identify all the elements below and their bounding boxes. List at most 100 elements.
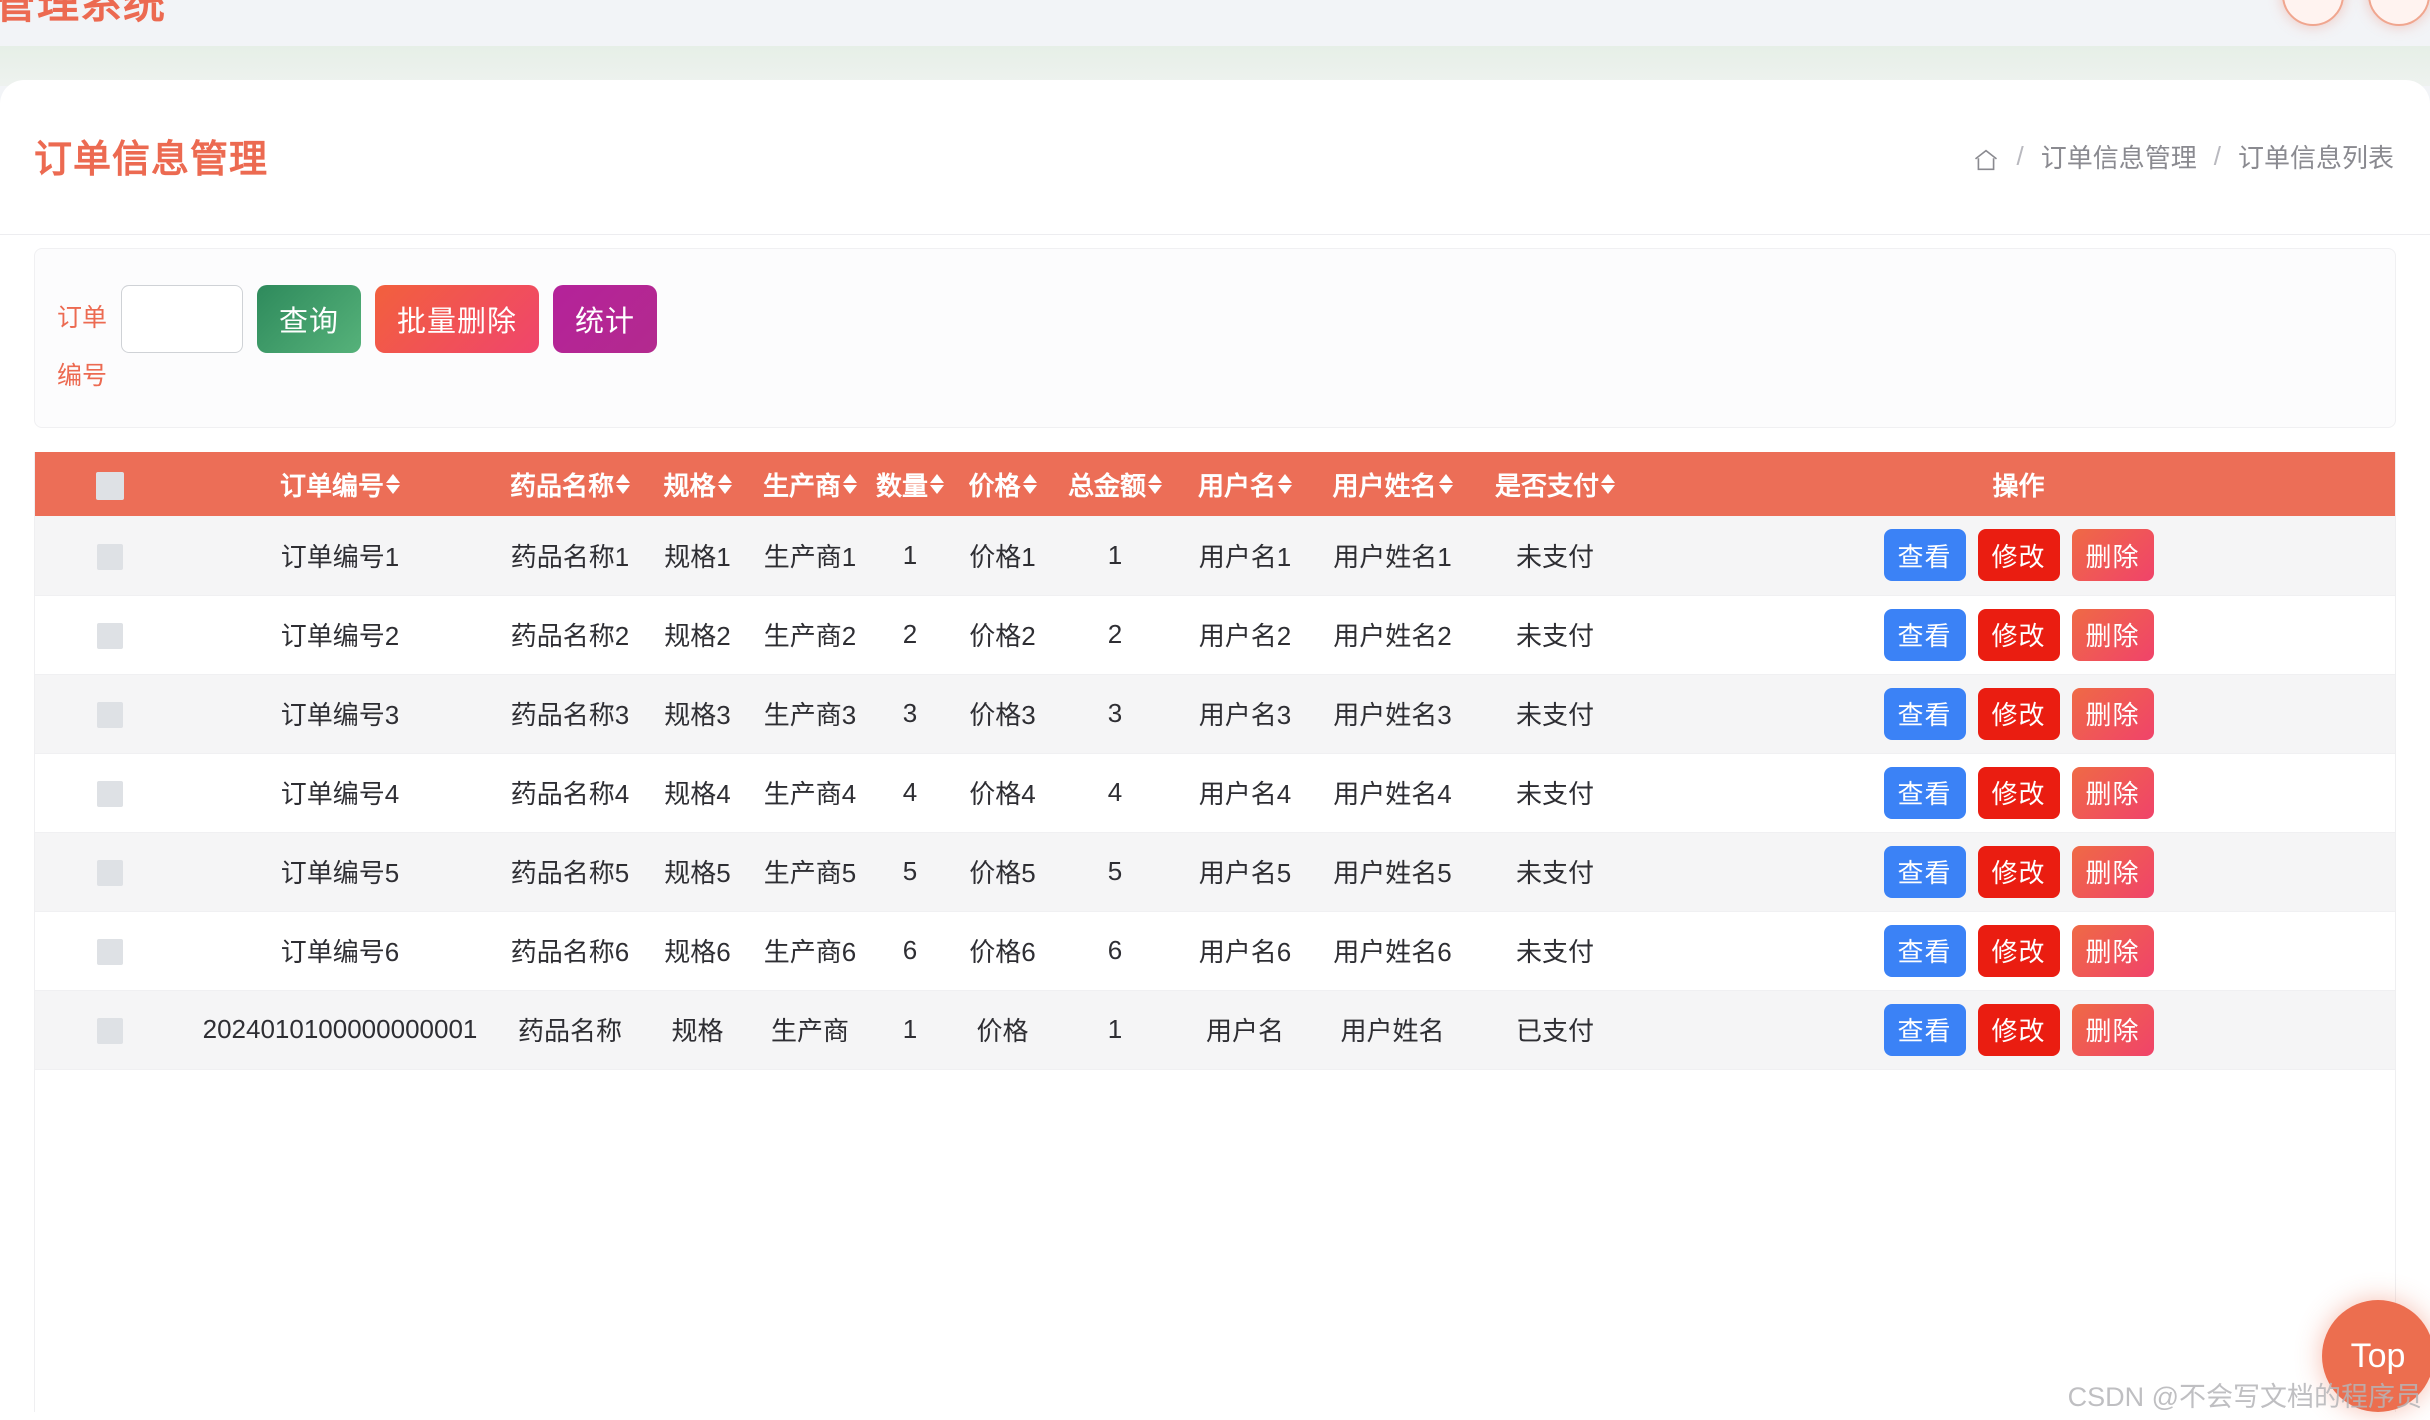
table-row[interactable]: 订单编号4 药品名称4 规格4 生产商4 4 价格4 4 用户名4 用户姓名4 未支付 查看 修改 删除 (35, 753, 2395, 833)
edit-button[interactable]: 修改 (1977, 924, 2060, 977)
cell-spec: 规格1 (645, 516, 750, 596)
cell-order-no: 订单编号6 (185, 911, 495, 991)
edit-button[interactable]: 修改 (1977, 529, 2060, 582)
column-label: 价格 (968, 470, 1021, 501)
column-label: 总金额 (1067, 470, 1146, 501)
cell-order-no: 2024010100000000001 (185, 990, 495, 1070)
cell-paid-status: 未支付 (1470, 753, 1640, 833)
column-header-spec[interactable]: 规格 (645, 452, 750, 516)
column-header-quantity[interactable]: 数量 (870, 452, 950, 516)
query-button[interactable]: 查询 (257, 285, 362, 353)
row-select-cell (35, 911, 185, 991)
table-row[interactable]: 订单编号3 药品名称3 规格3 生产商3 3 价格3 3 用户名3 用户姓名3 未支付 查看 修改 删除 (35, 674, 2395, 754)
edit-button[interactable]: 修改 (1977, 766, 2060, 819)
breadcrumb-item-order-management[interactable]: 订单信息管理 (2041, 138, 2197, 175)
sort-icon[interactable] (1438, 474, 1453, 494)
avatar[interactable] (2368, 0, 2430, 26)
row-checkbox[interactable] (97, 543, 123, 570)
cell-quantity: 1 (870, 990, 950, 1070)
cell-paid-status: 未支付 (1470, 832, 1640, 912)
row-checkbox[interactable] (97, 623, 123, 650)
column-header-username[interactable]: 用户名 (1175, 452, 1315, 516)
delete-button[interactable]: 删除 (2071, 608, 2154, 661)
column-label: 药品名称 (509, 470, 614, 501)
cell-total-amount: 2 (1055, 595, 1175, 675)
view-button[interactable]: 查看 (1883, 529, 1966, 582)
edit-button[interactable]: 修改 (1977, 845, 2060, 898)
column-label: 用户名 (1197, 470, 1276, 501)
breadcrumb-separator: / (2016, 141, 2024, 171)
statistics-button[interactable]: 统计 (553, 285, 658, 353)
column-header-drug-name[interactable]: 药品名称 (495, 452, 645, 516)
view-button[interactable]: 查看 (1883, 1003, 1966, 1056)
view-button[interactable]: 查看 (1883, 766, 1966, 819)
select-all-checkbox[interactable] (96, 471, 124, 500)
view-button[interactable]: 查看 (1883, 924, 1966, 977)
row-checkbox[interactable] (97, 1018, 123, 1045)
column-header-order-no[interactable]: 订单编号 (185, 452, 495, 516)
cell-username: 用户名1 (1175, 516, 1315, 596)
table-row[interactable]: 订单编号5 药品名称5 规格5 生产商5 5 价格5 5 用户名5 用户姓名5 未支付 查看 修改 删除 (35, 832, 2395, 912)
row-select-cell (35, 595, 185, 675)
row-checkbox[interactable] (97, 781, 123, 808)
row-action-group: 查看 修改 删除 (1644, 1003, 2393, 1056)
delete-button[interactable]: 删除 (2071, 529, 2154, 582)
cell-spec: 规格4 (645, 753, 750, 833)
edit-button[interactable]: 修改 (1977, 608, 2060, 661)
row-checkbox[interactable] (97, 702, 123, 729)
avatar[interactable] (2282, 0, 2344, 26)
view-button[interactable]: 查看 (1883, 845, 1966, 898)
sort-icon[interactable] (1601, 474, 1615, 494)
sort-icon[interactable] (1278, 474, 1292, 494)
table-row[interactable]: 订单编号1 药品名称1 规格1 生产商1 1 价格1 1 用户名1 用户姓名1 未支付 查看 修改 删除 (35, 516, 2395, 596)
sort-icon[interactable] (717, 474, 732, 494)
page-card: 订单信息管理 / 订单信息管理 / 订单信息列表 订单编号 查询 批量删除 统计… (0, 80, 2430, 1420)
back-to-top-button[interactable]: Top (2322, 1300, 2430, 1412)
cell-total-amount: 1 (1055, 990, 1175, 1070)
column-header-paid-status[interactable]: 是否支付 (1470, 452, 1640, 516)
sort-icon[interactable] (930, 474, 944, 494)
table-row[interactable]: 订单编号2 药品名称2 规格2 生产商2 2 价格2 2 用户名2 用户姓名2 未支付 查看 修改 删除 (35, 595, 2395, 675)
cell-drug-name: 药品名称5 (495, 832, 645, 912)
cell-username: 用户名3 (1175, 674, 1315, 754)
edit-button[interactable]: 修改 (1977, 1003, 2060, 1056)
delete-button[interactable]: 删除 (2071, 845, 2154, 898)
row-checkbox[interactable] (97, 860, 123, 887)
cell-username: 用户名4 (1175, 753, 1315, 833)
sort-icon[interactable] (1148, 474, 1162, 494)
cell-price: 价格5 (950, 832, 1055, 912)
home-icon[interactable] (1972, 146, 2000, 174)
cell-quantity: 2 (870, 595, 950, 675)
edit-button[interactable]: 修改 (1977, 687, 2060, 740)
sort-icon[interactable] (386, 474, 400, 494)
view-button[interactable]: 查看 (1883, 687, 1966, 740)
sort-icon[interactable] (1022, 474, 1037, 494)
cell-manufacturer: 生产商3 (750, 674, 870, 754)
delete-button[interactable]: 删除 (2071, 924, 2154, 977)
column-header-total-amount[interactable]: 总金额 (1055, 452, 1175, 516)
sort-icon[interactable] (616, 474, 630, 494)
sort-icon[interactable] (843, 474, 857, 494)
table-row[interactable]: 2024010100000000001 药品名称 规格 生产商 1 价格 1 用户名 用户姓名已… (35, 990, 2395, 1070)
delete-button[interactable]: 删除 (2071, 687, 2154, 740)
view-button[interactable]: 查看 (1883, 608, 1966, 661)
select-all-header (35, 452, 185, 516)
row-action-group: 查看 修改 删除 (1644, 924, 2393, 977)
row-checkbox[interactable] (97, 939, 123, 966)
column-header-realname[interactable]: 用户姓名 (1315, 452, 1470, 516)
cell-drug-name: 药品名称 (495, 990, 645, 1070)
table-row[interactable]: 订单编号6 药品名称6 规格6 生产商6 6 价格6 6 用户名6 用户姓名6 未支付 查看 修改 删除 (35, 911, 2395, 991)
cell-manufacturer: 生产商5 (750, 832, 870, 912)
batch-delete-button[interactable]: 批量删除 (375, 285, 540, 353)
cell-drug-name: 药品名称2 (495, 595, 645, 675)
order-no-input[interactable] (121, 285, 243, 353)
cell-username: 用户名2 (1175, 595, 1315, 675)
column-header-price[interactable]: 价格 (950, 452, 1055, 516)
delete-button[interactable]: 删除 (2071, 766, 2154, 819)
column-header-manufacturer[interactable]: 生产商 (750, 452, 870, 516)
delete-button[interactable]: 删除 (2071, 1003, 2154, 1056)
cell-operations: 查看 修改 删除 (1640, 595, 2395, 675)
filter-panel: 订单编号 查询 批量删除 统计 (34, 248, 2396, 428)
cell-operations: 查看 修改 删除 (1640, 674, 2395, 754)
cell-order-no: 订单编号2 (185, 595, 495, 675)
